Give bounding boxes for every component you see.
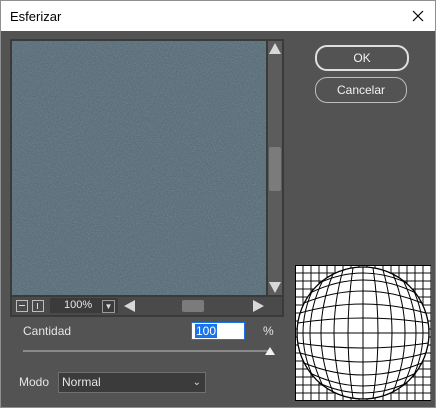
spherize-grid-preview [295,265,432,401]
preview-horizontal-scrollbar[interactable] [122,298,266,314]
left-arrow-icon[interactable] [124,300,135,312]
mode-selected-value: Normal [62,375,101,389]
zoom-in-icon [37,303,38,309]
dialog-title: Esferizar [10,9,62,24]
amount-input[interactable]: 100 [191,322,245,340]
mode-select[interactable]: Normal ⌄ [58,372,206,393]
title-bar: Esferizar [1,1,435,31]
preview-toolbar: 100% ▼ [12,297,282,315]
preview-panel: 100% ▼ [10,39,284,317]
amount-label: Cantidad [23,324,72,338]
horizontal-scroll-thumb[interactable] [182,300,204,312]
mode-label: Modo [19,375,50,389]
close-icon [412,10,424,22]
filter-preview-image[interactable] [12,41,266,295]
amount-unit: % [263,324,274,338]
chevron-down-icon: ▼ [102,300,115,313]
zoom-level-value: 100% [64,299,93,311]
vertical-scroll-thumb[interactable] [269,147,281,191]
down-arrow-icon[interactable] [269,282,281,293]
spherize-dialog: Esferizar 100% ▼ OK Cancelar Cantidad 10… [0,0,436,408]
zoom-level-dropdown[interactable]: 100% ▼ [50,298,118,313]
zoom-out-button[interactable] [16,300,28,312]
up-arrow-icon[interactable] [269,43,281,54]
right-arrow-icon[interactable] [253,300,264,312]
amount-slider[interactable] [23,350,271,352]
preview-vertical-scrollbar[interactable] [268,41,282,295]
amount-slider-handle[interactable] [265,347,275,355]
zoom-out-icon [19,305,25,306]
zoom-in-button[interactable] [32,300,44,312]
chevron-down-icon: ⌄ [192,377,201,388]
noise-texture [12,41,266,295]
sphere-grid-icon [295,265,432,401]
amount-value: 100 [195,324,218,338]
ok-button[interactable]: OK [315,45,409,71]
cancel-button[interactable]: Cancelar [315,77,407,103]
close-button[interactable] [407,5,429,27]
dialog-body: 100% ▼ OK Cancelar Cantidad 100 % Modo N… [1,31,435,407]
